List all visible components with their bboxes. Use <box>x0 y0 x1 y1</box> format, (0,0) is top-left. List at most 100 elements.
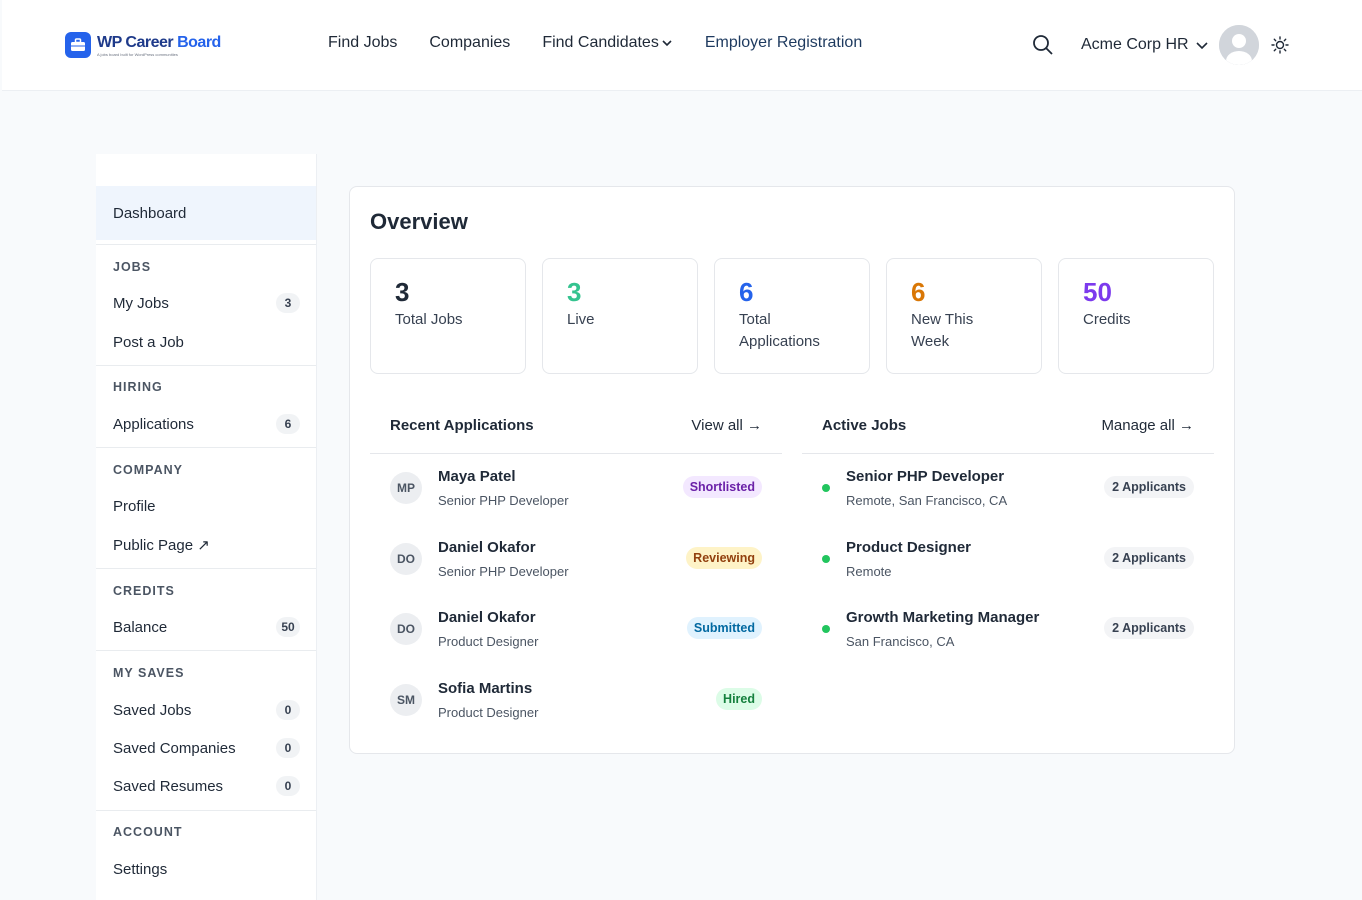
chevron-down-icon <box>1196 42 1208 50</box>
sidebar-item-saved-companies[interactable]: Saved Companies 0 <box>96 729 316 767</box>
sidebar-heading-hiring: HIRING <box>113 380 163 394</box>
section-title: Active Jobs <box>822 417 907 434</box>
sidebar-item-public-page[interactable]: Public Page ↗ <box>96 526 316 564</box>
sidebar-item-label: Applications <box>113 415 194 433</box>
live-status-dot <box>822 625 830 633</box>
sidebar-item-post-a-job[interactable]: Post a Job <box>96 323 316 361</box>
sidebar-item-dashboard[interactable]: Dashboard <box>96 186 316 240</box>
stat-label: Total Jobs <box>395 311 463 328</box>
stat-total-applications: 6 Total Applications <box>714 258 870 374</box>
sidebar-divider <box>96 650 316 651</box>
sun-icon[interactable] <box>1270 36 1289 54</box>
sidebar-item-my-jobs[interactable]: My Jobs 3 <box>96 284 316 322</box>
sidebar-item-balance[interactable]: Balance 50 <box>96 608 316 646</box>
stat-value: 6 <box>911 277 926 307</box>
sidebar-heading-company: COMPANY <box>113 463 183 477</box>
live-status-dot <box>822 484 830 492</box>
initials-avatar: DO <box>390 613 422 645</box>
list-item[interactable]: DO Daniel Okafor Senior PHP Developer Re… <box>390 531 762 587</box>
sidebar-divider <box>96 810 316 811</box>
stat-live: 3 Live <box>542 258 698 374</box>
manage-all-link[interactable]: Manage all → <box>1101 417 1194 434</box>
sidebar-heading-credits: CREDITS <box>113 584 175 598</box>
sidebar-divider <box>96 568 316 569</box>
applicant-name: Daniel Okafor <box>438 608 536 626</box>
applicant-name: Maya Patel <box>438 467 516 485</box>
sidebar-item-label: Post a Job <box>113 333 184 351</box>
chevron-down-icon <box>662 40 672 47</box>
active-jobs-header: Active Jobs Manage all → <box>802 409 1214 454</box>
nav-find-candidates[interactable]: Find Candidates <box>542 34 673 52</box>
overview-card: Overview 3 Total Jobs 3 Live 6 Total App… <box>349 186 1235 754</box>
list-item[interactable]: MP Maya Patel Senior PHP Developer Short… <box>390 460 762 516</box>
sidebar-heading-jobs: JOBS <box>113 260 152 274</box>
stat-new-this-week: 6 New This Week <box>886 258 1042 374</box>
applicant-role: Senior PHP Developer <box>438 492 569 508</box>
count-badge: 0 <box>276 776 300 796</box>
stat-credits: 50 Credits <box>1058 258 1214 374</box>
nav-find-candidates-label: Find Candidates <box>542 34 659 51</box>
sidebar-item-applications[interactable]: Applications 6 <box>96 405 316 443</box>
list-item[interactable]: DO Daniel Okafor Product Designer Submit… <box>390 601 762 657</box>
applicants-badge: 2 Applicants <box>1104 617 1194 639</box>
live-status-dot <box>822 555 830 563</box>
job-location: Remote, San Francisco, CA <box>846 492 1008 508</box>
count-badge: 3 <box>276 293 300 313</box>
stat-value: 50 <box>1083 277 1112 307</box>
status-badge: Reviewing <box>686 547 762 569</box>
job-location: San Francisco, CA <box>846 633 955 649</box>
stat-value: 3 <box>567 277 582 307</box>
briefcase-icon <box>65 32 91 58</box>
view-all-link[interactable]: View all → <box>691 417 762 434</box>
job-title: Senior PHP Developer <box>846 467 1005 485</box>
dashboard-sidebar: Dashboard JOBS My Jobs 3 Post a Job HIRI… <box>96 154 317 900</box>
avatar[interactable] <box>1218 25 1259 65</box>
list-item[interactable]: SM Sofia Martins Product Designer Hired <box>390 672 762 728</box>
list-item[interactable]: Product Designer Remote 2 Applicants <box>822 531 1194 587</box>
sidebar-item-saved-resumes[interactable]: Saved Resumes 0 <box>96 767 316 805</box>
recent-applications-header: Recent Applications View all → <box>370 409 782 454</box>
count-badge: 0 <box>276 700 300 720</box>
section-title: Recent Applications <box>390 417 534 434</box>
stat-label: Total Applications <box>739 311 820 350</box>
user-menu[interactable]: Acme Corp HR <box>1081 36 1209 54</box>
applicant-role: Product Designer <box>438 633 539 649</box>
count-badge: 6 <box>276 414 300 434</box>
applicants-badge: 2 Applicants <box>1104 476 1194 498</box>
applicant-name: Daniel Okafor <box>438 538 536 556</box>
brand-tagline: A jobs board built for WordPress communi… <box>97 51 178 57</box>
initials-avatar: SM <box>390 684 422 716</box>
site-header: WP Career Board A jobs board built for W… <box>2 0 1362 91</box>
list-item[interactable]: Senior PHP Developer Remote, San Francis… <box>822 460 1194 516</box>
initials-avatar: DO <box>390 543 422 575</box>
sidebar-heading-account: ACCOUNT <box>113 825 183 839</box>
nav-companies[interactable]: Companies <box>429 34 510 52</box>
sidebar-heading-my-saves: MY SAVES <box>113 666 185 680</box>
sidebar-divider <box>96 244 316 245</box>
stat-label: New This Week <box>911 311 974 350</box>
search-icon[interactable] <box>1032 34 1054 56</box>
site-logo[interactable]: WP Career Board A jobs board built for W… <box>65 32 221 58</box>
sidebar-item-label: Public Page ↗ <box>113 537 210 554</box>
list-item[interactable]: Growth Marketing Manager San Francisco, … <box>822 601 1194 657</box>
sidebar-item-profile[interactable]: Profile <box>96 487 316 525</box>
initials-avatar: MP <box>390 472 422 504</box>
sidebar-item-label: Saved Companies <box>113 739 236 757</box>
nav-find-jobs[interactable]: Find Jobs <box>328 34 397 52</box>
nav-employer-registration[interactable]: Employer Registration <box>705 34 862 52</box>
status-badge: Submitted <box>686 617 762 639</box>
stat-label: Live <box>567 311 595 328</box>
sidebar-item-settings[interactable]: Settings <box>96 850 316 888</box>
stat-value: 6 <box>739 277 754 307</box>
main-nav: Find Jobs Companies Find Candidates Empl… <box>328 34 894 52</box>
job-title: Product Designer <box>846 538 972 556</box>
page-title: Overview <box>370 209 468 234</box>
user-name: Acme Corp HR <box>1081 36 1189 53</box>
status-badge: Shortlisted <box>682 476 762 498</box>
sidebar-divider <box>96 447 316 448</box>
job-location: Remote <box>846 563 892 579</box>
sidebar-item-saved-jobs[interactable]: Saved Jobs 0 <box>96 691 316 729</box>
sidebar-item-label: Saved Jobs <box>113 701 192 719</box>
job-title: Growth Marketing Manager <box>846 608 1040 626</box>
sidebar-item-label: Profile <box>113 497 156 515</box>
